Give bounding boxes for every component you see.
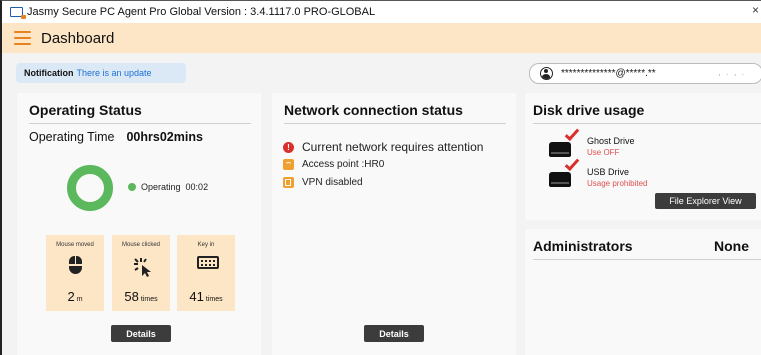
operating-status-time: 00:02 xyxy=(185,182,209,192)
network-status-title: Network connection status xyxy=(284,102,463,118)
operating-time-value: 00hrs02mins xyxy=(126,130,203,144)
operating-status-label: Operating xyxy=(141,182,181,192)
ghost-drive-name: Ghost Drive xyxy=(587,136,635,146)
stat-label: Mouse clicked xyxy=(121,242,160,248)
usb-drive-status: Usage prohibited xyxy=(587,179,648,188)
usb-drive-name: USB Drive xyxy=(587,167,630,177)
vpn-icon xyxy=(283,177,294,188)
vpn-text: VPN disabled xyxy=(302,177,363,188)
notification-banner[interactable]: Notification There is an update xyxy=(16,63,186,83)
operating-time: Operating Time 00hrs02mins xyxy=(29,130,203,144)
user-extra: , . , . xyxy=(718,70,746,77)
operating-donut-chart xyxy=(67,165,113,211)
operating-details-button[interactable]: Details xyxy=(111,325,171,342)
divider xyxy=(284,123,506,124)
app-window: Jasmy Secure PC Agent Pro Global Version… xyxy=(0,0,761,355)
administrators-panel: Administrators None xyxy=(525,229,761,355)
administrators-title: Administrators xyxy=(533,238,633,254)
update-link[interactable]: There is an update xyxy=(77,68,152,78)
operating-status-indicator: Operating 00:02 xyxy=(128,182,208,192)
network-warning-row: ! Current network requires attention xyxy=(283,140,483,154)
window-title: Jasmy Secure PC Agent Pro Global Version… xyxy=(27,6,376,18)
header-bar: Dashboard xyxy=(2,23,761,53)
stat-value: 41 times xyxy=(189,289,223,304)
stat-value: 58 times xyxy=(124,289,158,304)
status-dot-icon xyxy=(128,183,136,191)
operating-status-panel: Operating Status Operating Time 00hrs02mi… xyxy=(17,93,261,355)
stat-value: 2m xyxy=(67,289,83,304)
file-explorer-view-button[interactable]: File Explorer View xyxy=(655,193,756,209)
user-icon xyxy=(540,67,553,80)
stat-label: Key in xyxy=(197,242,215,248)
stat-mouse-moved: Mouse moved 2m xyxy=(46,235,104,311)
page-title: Dashboard xyxy=(41,29,115,47)
cursor-click-icon xyxy=(132,256,151,277)
network-warning-text: Current network requires attention xyxy=(302,140,484,154)
ghost-drive-status: Use OFF xyxy=(587,148,620,157)
stat-label: Mouse moved xyxy=(56,242,94,248)
wifi-icon xyxy=(283,159,294,170)
disk-usage-title: Disk drive usage xyxy=(533,102,645,118)
app-logo-icon xyxy=(10,7,26,19)
access-point-text: Access point :HR0 xyxy=(302,159,385,170)
divider xyxy=(533,259,761,260)
divider xyxy=(29,123,251,124)
disk-usage-panel: Disk drive usage Ghost Drive Use OFF USB… xyxy=(525,93,761,220)
hamburger-menu-icon[interactable] xyxy=(14,31,31,45)
access-point-row: Access point :HR0 xyxy=(283,159,384,170)
user-email: **************@*****.** xyxy=(561,68,656,79)
divider xyxy=(533,123,761,124)
notification-label: Notification xyxy=(24,68,74,78)
usb-drive-icon xyxy=(549,155,580,187)
operating-time-label: Operating Time xyxy=(29,130,115,144)
stat-key-in: Key in 41 times xyxy=(177,235,235,311)
keyboard-icon xyxy=(197,256,219,274)
title-bar: Jasmy Secure PC Agent Pro Global Version… xyxy=(2,1,761,23)
operating-status-title: Operating Status xyxy=(29,102,142,118)
vpn-row: VPN disabled xyxy=(283,177,363,188)
network-details-button[interactable]: Details xyxy=(364,325,424,342)
user-account-box[interactable]: **************@*****.** , . , . xyxy=(529,63,761,84)
mouse-icon xyxy=(66,256,84,274)
stat-mouse-clicked: Mouse clicked 58 times xyxy=(112,235,170,311)
administrators-value: None xyxy=(714,238,749,254)
close-icon[interactable]: × xyxy=(752,3,759,17)
network-status-panel: Network connection status ! Current netw… xyxy=(272,93,516,355)
warning-icon: ! xyxy=(283,141,294,153)
ghost-drive-icon xyxy=(549,125,580,157)
